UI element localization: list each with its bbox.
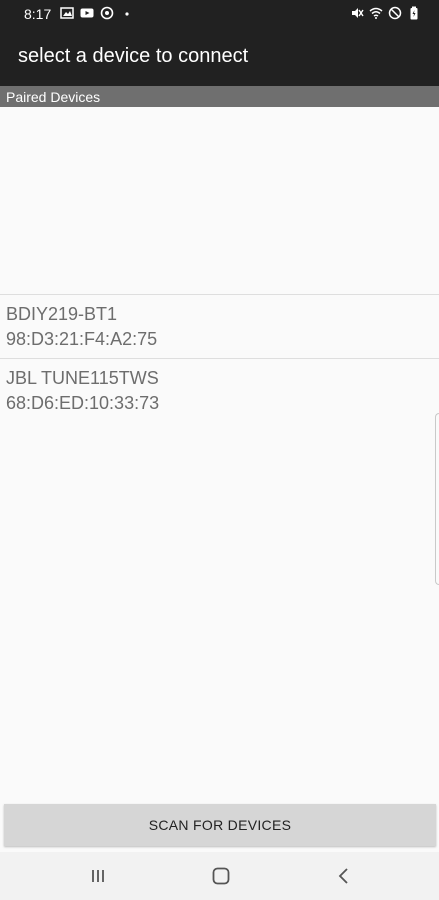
device-address: 98:D3:21:F4:A2:75 [6,329,158,349]
device-name: BDIY219-BT1 [6,304,118,324]
back-icon[interactable] [332,864,356,888]
recents-icon[interactable] [86,864,110,888]
scan-for-devices-button[interactable]: SCAN FOR DEVICES [4,804,436,846]
youtube-icon [80,8,94,18]
dot-icon [125,12,129,16]
device-item[interactable]: JBL TUNE115TWS 68:D6:ED:10:33:73 [0,358,439,422]
navigation-bar [0,852,439,900]
battery-icon [410,6,418,20]
app-bar: select a device to connect [0,28,439,86]
page-title: select a device to connect [18,45,249,67]
paired-devices-label: Paired Devices [6,89,101,105]
status-right-icons [350,6,421,20]
device-list: BDIY219-BT1 98:D3:21:F4:A2:75 JBL TUNE11… [0,294,439,422]
dnd-icon [388,6,402,20]
status-bar: 8:17 [0,0,439,28]
device-address: 68:D6:ED:10:33:73 [6,393,160,413]
device-item[interactable]: BDIY219-BT1 98:D3:21:F4:A2:75 [0,294,439,358]
wifi-icon [369,7,383,19]
status-left-icons [60,6,134,20]
mute-icon [352,8,364,18]
edge-panel-handle[interactable] [435,413,439,585]
device-name: JBL TUNE115TWS [6,368,159,388]
target-icon [100,6,114,20]
image-icon [60,7,74,19]
home-icon[interactable] [209,864,233,888]
status-time: 8:17 [24,6,52,22]
paired-devices-header: Paired Devices [0,86,439,107]
